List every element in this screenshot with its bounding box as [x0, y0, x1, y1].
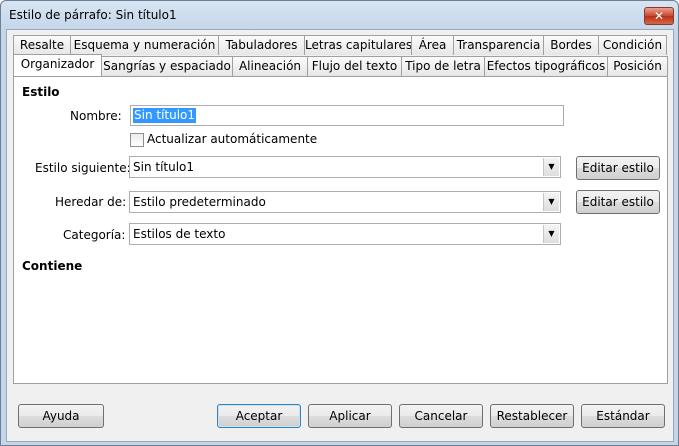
- inherit-select[interactable]: Estilo predeterminado ▼: [129, 191, 561, 213]
- contains-section-heading: Contiene: [22, 259, 83, 273]
- tab-letras-capitulares[interactable]: Letras capitulares: [304, 35, 412, 55]
- standard-button[interactable]: Estándar: [581, 404, 665, 428]
- auto-update-checkbox[interactable]: [130, 133, 144, 147]
- tab-alineacion[interactable]: Alineación: [232, 56, 308, 76]
- button-label: Editar estilo: [582, 195, 654, 209]
- next-style-select[interactable]: Sin título1 ▼: [129, 156, 561, 178]
- tab-label: Alineación: [238, 59, 302, 73]
- tab-label: Tabuladores: [225, 38, 298, 52]
- chevron-down-icon[interactable]: ▼: [543, 193, 559, 211]
- apply-button[interactable]: Aplicar: [308, 404, 392, 428]
- tab-bordes[interactable]: Bordes: [543, 35, 599, 55]
- tab-label: Transparencia: [456, 38, 541, 52]
- tab-organizador[interactable]: Organizador: [13, 54, 102, 76]
- help-button[interactable]: Ayuda: [18, 404, 104, 428]
- tab-label: Sangrías y espaciado: [103, 59, 231, 73]
- button-label: Restablecer: [496, 409, 568, 423]
- close-button[interactable]: ✕: [644, 7, 674, 25]
- name-label: Nombre:: [70, 109, 122, 123]
- tab-posicion[interactable]: Posición: [607, 56, 668, 76]
- tab-row-1: Resalte Esquema y numeración Tabuladores…: [13, 35, 668, 55]
- window-title: Estilo de párrafo: Sin título1: [9, 8, 177, 22]
- tab-esquema-numeracion[interactable]: Esquema y numeración: [70, 35, 219, 55]
- button-label: Aplicar: [329, 409, 371, 423]
- tab-row-2: Organizador Sangrías y espaciado Alineac…: [13, 54, 668, 76]
- dialog-window: Estilo de párrafo: Sin título1 ✕ Resalte…: [0, 0, 679, 446]
- tab-tabuladores[interactable]: Tabuladores: [218, 35, 305, 55]
- ok-button[interactable]: Aceptar: [217, 404, 301, 428]
- tab-label: Esquema y numeración: [73, 38, 216, 52]
- name-input-value: Sin título1: [133, 108, 197, 123]
- button-label: Aceptar: [235, 409, 283, 423]
- inherit-value: Estilo predeterminado: [133, 195, 266, 209]
- tab-label: Área: [418, 38, 447, 52]
- tab-transparencia[interactable]: Transparencia: [453, 35, 544, 55]
- tab-label: Letras capitulares: [305, 38, 413, 52]
- tab-label: Flujo del texto: [311, 59, 398, 73]
- tab-tipo-letra[interactable]: Tipo de letra: [401, 56, 485, 76]
- tab-area[interactable]: Área: [411, 35, 454, 55]
- category-select[interactable]: Estilos de texto ▼: [129, 223, 561, 245]
- next-style-label: Estilo siguiente:: [35, 161, 131, 175]
- tab-efectos-tipograficos[interactable]: Efectos tipográficos: [484, 56, 608, 76]
- category-value: Estilos de texto: [133, 227, 226, 241]
- close-icon: ✕: [653, 9, 665, 23]
- tab-resalte[interactable]: Resalte: [13, 35, 71, 55]
- auto-update-label[interactable]: Actualizar automáticamente: [147, 132, 317, 146]
- style-section-heading: Estilo: [22, 85, 60, 99]
- organizer-panel: Estilo Nombre: Sin título1 Actualizar au…: [13, 76, 668, 384]
- button-label: Editar estilo: [582, 161, 654, 175]
- chevron-down-icon[interactable]: ▼: [543, 225, 559, 243]
- tab-sangrias-espaciado[interactable]: Sangrías y espaciado: [101, 56, 233, 76]
- edit-inherit-style-button[interactable]: Editar estilo: [576, 190, 660, 214]
- reset-button[interactable]: Restablecer: [490, 404, 574, 428]
- button-label: Cancelar: [414, 409, 468, 423]
- tab-label: Posición: [613, 59, 662, 73]
- category-label: Categoría:: [63, 228, 126, 242]
- name-input[interactable]: Sin título1: [130, 105, 564, 126]
- title-bar[interactable]: Estilo de párrafo: Sin título1 ✕: [1, 1, 678, 29]
- tab-label: Tipo de letra: [405, 59, 481, 73]
- tab-label: Organizador: [20, 57, 95, 71]
- tab-flujo-texto[interactable]: Flujo del texto: [307, 56, 402, 76]
- button-label: Estándar: [596, 409, 650, 423]
- cancel-button[interactable]: Cancelar: [399, 404, 483, 428]
- dialog-client: Resalte Esquema y numeración Tabuladores…: [6, 29, 674, 442]
- button-label: Ayuda: [42, 409, 80, 423]
- chevron-down-icon[interactable]: ▼: [543, 158, 559, 176]
- tab-label: Resalte: [19, 38, 65, 52]
- tab-label: Condición: [602, 38, 663, 52]
- next-style-value: Sin título1: [133, 160, 195, 174]
- tab-label: Bordes: [550, 38, 592, 52]
- inherit-label: Heredar de:: [55, 195, 127, 209]
- tab-label: Efectos tipográficos: [486, 59, 606, 73]
- tab-condicion[interactable]: Condición: [598, 35, 667, 55]
- edit-next-style-button[interactable]: Editar estilo: [576, 156, 660, 180]
